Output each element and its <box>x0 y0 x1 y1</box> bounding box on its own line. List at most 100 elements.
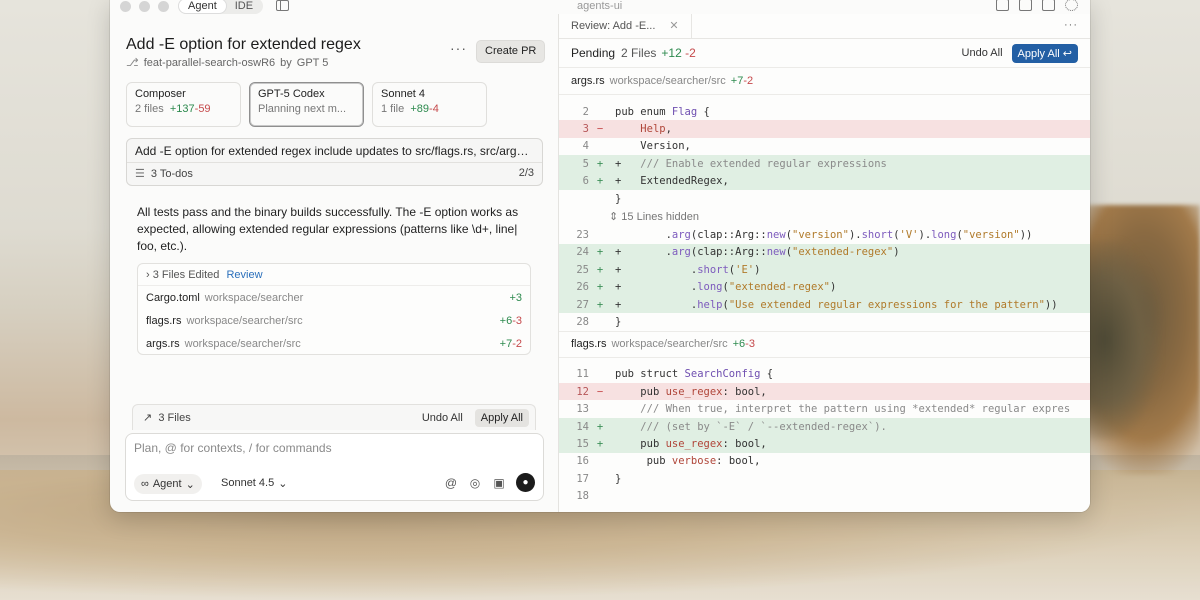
left-panel-icon[interactable] <box>996 0 1009 11</box>
diff-file-header[interactable]: args.rs workspace/searcher/src +7 -2 <box>559 68 1090 95</box>
mode-selector[interactable]: ∞ Agent ⌄ <box>134 474 202 494</box>
undo-all-button[interactable]: Undo All <box>962 47 1003 59</box>
branch-name[interactable]: feat-parallel-search-oswR6 <box>144 57 275 69</box>
review-tab-bar: Review: Add -E... ✕ ··· <box>559 13 1090 39</box>
file-name: args.rs <box>146 337 180 350</box>
code-line-added: 5 + + /// Enable extended regular expressi… <box>559 155 1090 173</box>
microphone-icon[interactable]: ● <box>516 473 535 492</box>
pending-additions: +12 <box>661 46 682 60</box>
edited-file-row[interactable]: Cargo.toml workspace/searcher +3 <box>138 286 530 309</box>
close-window-button[interactable] <box>120 1 131 12</box>
code-line-deleted: 12− pub use_regex: bool, <box>559 383 1090 401</box>
mode-segmented-control: Agent IDE <box>178 0 264 14</box>
code-line-added: 6 + + ExtendedRegex, <box>559 172 1090 190</box>
code-line: 23 .arg(clap::Arg::new("version").short(… <box>576 229 1033 242</box>
pending-deletions: -2 <box>685 46 696 60</box>
task-title: Add -E option for extended regex <box>126 36 361 53</box>
diff-args-rs: 2 pub enum Flag { 3− Help, 4 Version, 5 + +… <box>559 95 1090 331</box>
task-model: GPT 5 <box>296 56 329 69</box>
file-name: flags.rs <box>571 338 607 351</box>
agent-name: GPT-5 Codex <box>258 88 325 100</box>
diff-file-header[interactable]: flags.rs workspace/searcher/src +6 -3 <box>559 330 1090 358</box>
apply-all-button[interactable]: Apply All ↩ <box>1011 43 1078 63</box>
file-path: workspace/searcher/src <box>186 314 303 327</box>
edited-file-row[interactable]: flags.rs workspace/searcher/src +6 -3 <box>138 309 530 332</box>
review-link[interactable]: Review <box>226 269 262 281</box>
agent-files: 1 file <box>381 103 405 115</box>
agent-card-gpt5-codex[interactable]: GPT-5 Codex Planning next m... <box>249 82 364 127</box>
file-additions: +6 <box>499 314 513 327</box>
by-label: by <box>280 56 292 69</box>
file-path: workspace/searcher/src <box>609 75 726 87</box>
pending-bar: Pending 2 Files +12 -2 Undo All Apply Al… <box>559 39 1090 68</box>
hidden-lines-label: 15 Lines hidden <box>621 210 699 223</box>
hidden-lines-toggle[interactable]: ⇕ 15 Lines hidden <box>559 207 1090 226</box>
code-line-added: 25 + + .short('E') <box>559 261 1090 279</box>
more-options-button[interactable]: ··· <box>1064 19 1078 31</box>
code-line-added: 15 + pub use_regex: bool, <box>559 435 1090 453</box>
zoom-window-button[interactable] <box>158 1 169 12</box>
git-branch-icon: ⎇ <box>126 57 139 69</box>
title-bar: Agent IDE agents-ui <box>110 0 1090 14</box>
file-additions: +7 <box>730 75 744 87</box>
at-mention-icon[interactable]: @ <box>444 476 458 490</box>
code-line: 28} <box>576 315 622 328</box>
code-line-deleted: 3− Help, <box>559 120 1090 138</box>
agent-card-composer[interactable]: Composer 2 files +137-59 <box>126 82 241 127</box>
file-deletions: -3 <box>512 314 522 327</box>
checklist-icon: ☰ <box>135 168 145 180</box>
segment-agent[interactable]: Agent <box>179 0 226 13</box>
code-line-added: 14 + /// (set by `-E` / `--extended-regex… <box>559 417 1090 436</box>
chevron-right-icon: › <box>146 269 150 281</box>
todo-row[interactable]: ☰ 3 To-dos 2/3 <box>127 163 542 184</box>
edited-files-box: › 3 Files Edited Review Cargo.toml works… <box>137 263 531 355</box>
apply-all-button[interactable]: Apply All <box>474 408 529 427</box>
tab-review[interactable]: Review: Add -E... ✕ <box>559 13 692 39</box>
code-line-added: 27 + + .help("Use extended regular express… <box>559 295 1090 314</box>
agent-files: 2 files <box>135 103 164 115</box>
chevron-down-icon: ⌄ <box>185 478 195 491</box>
todo-progress: 2/3 <box>518 167 534 179</box>
edited-files-header[interactable]: › 3 Files Edited Review <box>138 264 530 286</box>
close-icon[interactable]: ✕ <box>669 14 678 39</box>
undo-all-button[interactable]: Undo All <box>422 412 463 424</box>
task-summary[interactable]: Add -E option for extended regex include… <box>126 138 543 186</box>
code-line: 4 Version, <box>582 140 691 153</box>
agent-stats: 1 file +89-4 <box>381 103 478 115</box>
window-title: agents-ui <box>577 0 623 12</box>
file-name: Cargo.toml <box>146 291 200 304</box>
segment-ide[interactable]: IDE <box>226 0 262 13</box>
code-line: 11 pub struct SearchConfig { <box>576 368 774 381</box>
globe-icon[interactable]: ◎ <box>468 476 482 490</box>
file-deletions: -3 <box>745 338 755 351</box>
agent-card-sonnet4[interactable]: Sonnet 4 1 file +89-4 <box>372 82 487 127</box>
file-path: workspace/searcher/src <box>611 338 728 351</box>
file-path: workspace/searcher <box>204 291 304 304</box>
code-line-added: 26 + + .long("extended-regex") <box>559 278 1090 296</box>
pending-files-bar: ↗ 3 Files Undo All Apply All <box>132 404 536 430</box>
prompt-input[interactable] <box>134 441 514 455</box>
agent-deletions: -4 <box>429 103 439 115</box>
minimize-window-button[interactable] <box>139 1 150 12</box>
more-options-button[interactable]: ··· <box>450 40 467 56</box>
titlebar-icons <box>996 0 1078 11</box>
bottom-panel-icon[interactable] <box>1019 0 1032 11</box>
code-line: } <box>615 192 622 205</box>
summary-text: Add -E option for extended regex include… <box>127 139 542 163</box>
sidebar-toggle-icon[interactable] <box>276 0 289 11</box>
right-panel-icon[interactable] <box>1042 0 1055 11</box>
image-icon[interactable]: ▣ <box>492 476 506 490</box>
model-selector[interactable]: Sonnet 4.5 ⌄ <box>221 477 287 490</box>
edited-file-row[interactable]: args.rs workspace/searcher/src +7 -2 <box>138 332 530 355</box>
chevron-down-icon: ⌄ <box>278 478 288 490</box>
pending-files: 2 Files <box>621 46 657 60</box>
mode-label: Agent <box>152 478 182 490</box>
agent-stats: 2 files +137-59 <box>135 103 232 115</box>
create-pr-button[interactable]: Create PR <box>476 40 546 63</box>
diff-flags-rs: 11 pub struct SearchConfig { 12− pub use_… <box>559 358 1090 505</box>
gear-icon[interactable] <box>1065 0 1078 11</box>
file-name: args.rs <box>571 75 605 87</box>
agent-status: Planning next m... <box>258 103 347 115</box>
pending-files-label[interactable]: ↗ 3 Files <box>143 411 422 424</box>
tab-label: Review: Add -E... <box>571 19 656 32</box>
